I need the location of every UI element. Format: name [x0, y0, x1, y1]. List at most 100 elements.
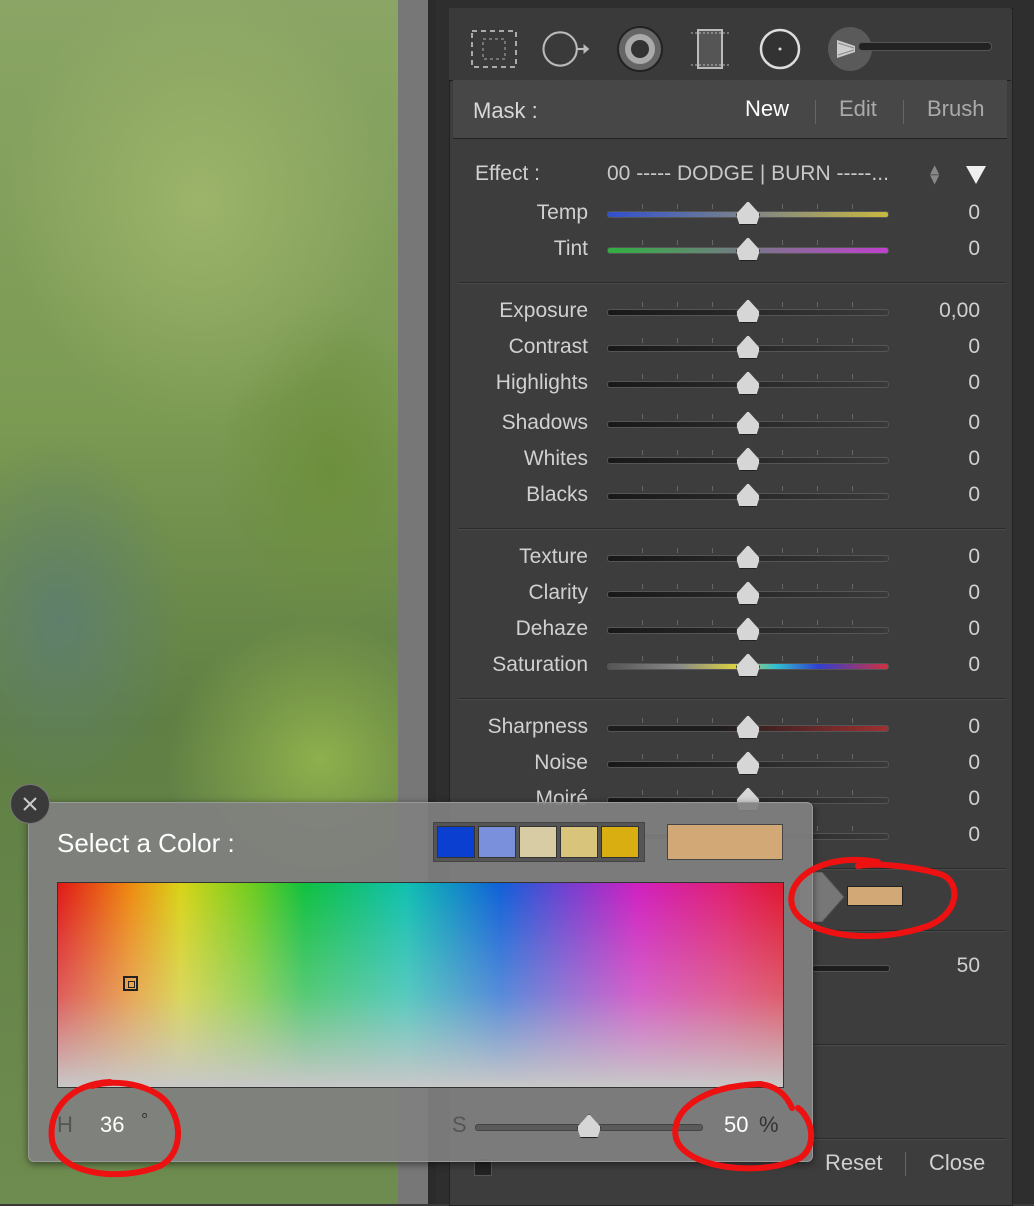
- section-divider: [458, 282, 1006, 284]
- tick-mark: [782, 374, 783, 379]
- contrast-value[interactable]: 0: [968, 335, 980, 359]
- tick-mark: [677, 414, 678, 419]
- effect-color-swatch[interactable]: [847, 886, 903, 906]
- tick-mark: [712, 450, 713, 455]
- tick-mark: [642, 548, 643, 553]
- tick-mark: [642, 486, 643, 491]
- temp-value[interactable]: 0: [968, 201, 980, 225]
- tick-mark: [642, 584, 643, 589]
- red-eye-icon[interactable]: [615, 26, 665, 72]
- effect-preset-select[interactable]: 00 ----- DODGE | BURN -----...: [607, 162, 907, 186]
- close-icon[interactable]: [10, 784, 50, 824]
- tick-mark: [712, 754, 713, 759]
- mask-separator: [815, 100, 816, 124]
- tick-mark: [642, 204, 643, 209]
- tick-mark: [642, 338, 643, 343]
- tick-mark: [712, 718, 713, 723]
- mask-new-button[interactable]: New: [745, 96, 789, 122]
- tick-mark: [677, 302, 678, 307]
- exposure-label: Exposure: [499, 299, 588, 322]
- noise-value[interactable]: 0: [968, 751, 980, 775]
- mask-separator: [903, 100, 904, 124]
- disclosure-triangle-icon[interactable]: [966, 166, 986, 184]
- sharpness-value[interactable]: 0: [968, 715, 980, 739]
- tick-mark: [642, 620, 643, 625]
- tick-mark: [817, 826, 818, 831]
- color-target-marker[interactable]: [123, 976, 138, 991]
- brush-size-slider[interactable]: [858, 42, 992, 51]
- temp-label: Temp: [536, 201, 588, 224]
- tick-mark: [712, 620, 713, 625]
- tick-mark: [782, 790, 783, 795]
- footer-separator: [905, 1152, 906, 1176]
- preset-swatch[interactable]: [478, 826, 516, 858]
- tick-mark: [817, 486, 818, 491]
- texture-value[interactable]: 0: [968, 545, 980, 569]
- tick-mark: [817, 414, 818, 419]
- tick-mark: [642, 302, 643, 307]
- highlights-value[interactable]: 0: [968, 371, 980, 395]
- contrast-label: Contrast: [508, 335, 588, 358]
- tick-mark: [782, 656, 783, 661]
- tick-mark: [817, 718, 818, 723]
- preset-swatch[interactable]: [519, 826, 557, 858]
- shadows-value[interactable]: 0: [968, 411, 980, 435]
- tick-mark: [817, 240, 818, 245]
- tick-mark: [712, 790, 713, 795]
- tick-mark: [782, 584, 783, 589]
- tick-mark: [642, 414, 643, 419]
- mask-brush-button[interactable]: Brush: [927, 96, 984, 122]
- tick-mark: [712, 656, 713, 661]
- tick-mark: [782, 204, 783, 209]
- color-spectrum[interactable]: [57, 882, 784, 1088]
- saturation-label: Saturation: [492, 653, 588, 676]
- tick-mark: [852, 584, 853, 589]
- tick-mark: [817, 620, 818, 625]
- tick-mark: [782, 548, 783, 553]
- reset-button[interactable]: Reset: [825, 1150, 882, 1176]
- exposure-value[interactable]: 0,00: [939, 299, 980, 323]
- highlights-label: Highlights: [495, 371, 588, 394]
- tick-mark: [782, 718, 783, 723]
- blacks-value[interactable]: 0: [968, 483, 980, 507]
- tick-mark: [852, 718, 853, 723]
- tick-mark: [712, 548, 713, 553]
- whites-value[interactable]: 0: [968, 447, 980, 471]
- tick-mark: [677, 548, 678, 553]
- tick-mark: [677, 486, 678, 491]
- radial-filter-icon[interactable]: [755, 26, 805, 72]
- tick-mark: [817, 450, 818, 455]
- tick-mark: [677, 754, 678, 759]
- preset-swatch[interactable]: [437, 826, 475, 858]
- hue-label: H: [57, 1112, 73, 1137]
- mask-edit-button[interactable]: Edit: [839, 96, 877, 122]
- tick-mark: [852, 826, 853, 831]
- updown-icon[interactable]: ▲ ▼: [930, 163, 939, 185]
- tick-mark: [712, 414, 713, 419]
- tick-mark: [642, 374, 643, 379]
- spot-removal-icon[interactable]: [541, 26, 591, 72]
- hue-value[interactable]: 36: [100, 1112, 124, 1138]
- graduated-filter-icon[interactable]: [685, 26, 735, 72]
- saturation-value[interactable]: 50: [724, 1112, 748, 1138]
- preset-swatch[interactable]: [601, 826, 639, 858]
- tick-mark: [782, 754, 783, 759]
- tick-mark: [817, 656, 818, 661]
- preset-swatch[interactable]: [560, 826, 598, 858]
- tick-mark: [712, 338, 713, 343]
- clarity-value[interactable]: 0: [968, 581, 980, 605]
- dehaze-value[interactable]: 0: [968, 617, 980, 641]
- marquee-icon[interactable]: [469, 26, 519, 72]
- tick-mark: [712, 204, 713, 209]
- close-button[interactable]: Close: [929, 1150, 985, 1176]
- unnamed-value[interactable]: 0: [968, 823, 980, 847]
- dehaze-label: Dehaze: [515, 617, 588, 640]
- tint-value[interactable]: 0: [968, 237, 980, 261]
- feather-slider-track[interactable]: [812, 965, 890, 972]
- tick-mark: [677, 204, 678, 209]
- saturation-value[interactable]: 0: [968, 653, 980, 677]
- tick-mark: [817, 204, 818, 209]
- whites-label: Whites: [523, 447, 588, 470]
- moir--value[interactable]: 0: [968, 787, 980, 811]
- tick-mark: [677, 790, 678, 795]
